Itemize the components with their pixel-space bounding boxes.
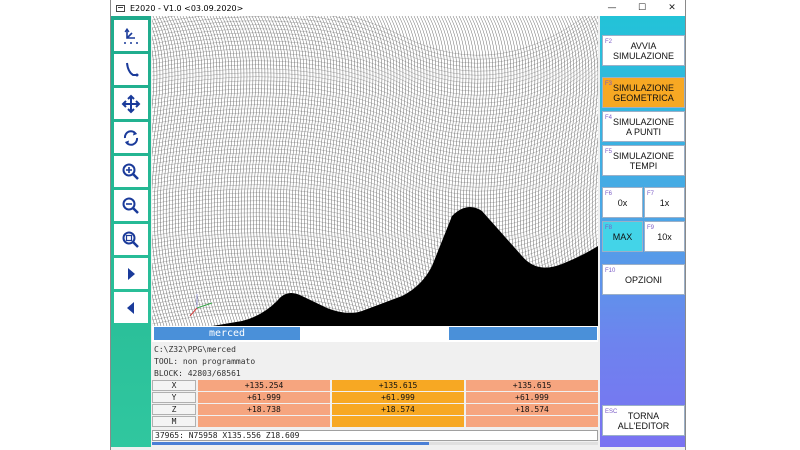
toolpath-render [152, 16, 598, 342]
speed-max-button[interactable]: F8 MAX [602, 221, 643, 252]
fkey-label: F8 [605, 225, 613, 231]
progress-bar [152, 442, 598, 445]
speed-0x-button[interactable]: F6 0x [602, 187, 643, 218]
simulation-viewport[interactable]: merced [152, 16, 598, 342]
zoom-fit-tool[interactable] [114, 224, 148, 255]
move-arrows-icon [121, 94, 141, 113]
coord-value: +61.999 [198, 392, 330, 403]
right-panel: F2 AVVIA SIMULAZIONE F3 SIMULAZIONE GEOM… [600, 16, 685, 447]
progress-fill [152, 442, 429, 445]
button-label: SIMULAZIONE A PUNTI [612, 116, 674, 137]
coord-row-z: Z +18.738 +18.574 +18.574 [152, 404, 598, 415]
rotate-tool[interactable] [114, 122, 148, 153]
coord-value [198, 416, 330, 427]
coord-row-m: M [152, 416, 598, 427]
fkey-label: F7 [647, 191, 655, 197]
zoom-in-tool[interactable] [114, 156, 148, 187]
speed-10x-button[interactable]: F9 10x [644, 221, 685, 252]
zoom-out-tool[interactable] [114, 190, 148, 221]
coord-value: +18.574 [332, 404, 464, 415]
speed-1x-button[interactable]: F7 1x [644, 187, 685, 218]
fkey-label: F5 [605, 149, 613, 155]
coord-value [466, 416, 598, 427]
current-block-line: 37965: N75958 X135.556 Z18.609 [152, 430, 598, 441]
coord-value: +61.999 [466, 392, 598, 403]
axes-icon [124, 27, 138, 44]
program-info: C:\Z32\PPG\merced TOOL: non programmato … [154, 344, 255, 380]
window-title: E2020 - V1.0 <03.09.2020> [130, 3, 244, 13]
simulazione-geometrica-button[interactable]: F3 SIMULAZIONE GEOMETRICA [602, 77, 685, 108]
coord-value: +18.574 [466, 404, 598, 415]
coord-value: +61.999 [332, 392, 464, 403]
zoom-out-icon [122, 197, 139, 214]
window-controls: — ☐ ✕ [597, 0, 685, 16]
fkey-label: F10 [605, 268, 616, 274]
coord-value: +135.615 [466, 380, 598, 391]
fkey-label: F4 [605, 115, 613, 121]
fkey-label: ESC [605, 409, 618, 415]
program-name-label: merced [154, 327, 300, 340]
button-label: TORNA ALL'EDITOR [617, 410, 670, 431]
app-icon [116, 4, 125, 12]
button-label: 10x [657, 231, 672, 242]
pan-tool[interactable] [114, 88, 148, 119]
button-label: MAX [612, 231, 633, 242]
minimize-button[interactable]: — [597, 0, 627, 16]
fkey-label: F6 [605, 191, 613, 197]
fkey-label: F2 [605, 39, 613, 45]
block-counter: BLOCK: 42803/68561 [154, 369, 241, 378]
button-label: AVVIA SIMULAZIONE [612, 40, 674, 61]
status-color-bar [449, 327, 597, 340]
coord-row-x: X +135.254 +135.615 +135.615 [152, 380, 598, 391]
torna-all-editor-button[interactable]: ESC TORNA ALL'EDITOR [602, 405, 685, 436]
previous-tool[interactable] [114, 292, 148, 323]
button-label: 0x [617, 197, 628, 208]
app-window: E2020 - V1.0 <03.09.2020> — ☐ ✕ merced C… [110, 0, 686, 450]
play-left-icon [127, 301, 134, 314]
coord-row-y: Y +61.999 +61.999 +61.999 [152, 392, 598, 403]
fkey-label: F3 [605, 81, 613, 87]
maximize-button[interactable]: ☐ [627, 0, 657, 16]
opzioni-button[interactable]: F10 OPZIONI [602, 264, 685, 295]
simulazione-a-punti-button[interactable]: F4 SIMULAZIONE A PUNTI [602, 111, 685, 142]
left-toolbar [111, 16, 151, 447]
axis-label: Z [152, 404, 196, 415]
view-axes-tool[interactable] [114, 20, 148, 51]
tool-info: TOOL: non programmato [154, 357, 256, 366]
coord-value: +18.738 [198, 404, 330, 415]
program-path: C:\Z32\PPG\merced [154, 345, 236, 354]
coord-value [332, 416, 464, 427]
axis-label: X [152, 380, 196, 391]
title-bar: E2020 - V1.0 <03.09.2020> — ☐ ✕ [111, 0, 685, 16]
close-button[interactable]: ✕ [657, 0, 685, 16]
avvia-simulazione-button[interactable]: F2 AVVIA SIMULAZIONE [602, 35, 685, 66]
button-label: OPZIONI [624, 274, 662, 285]
button-label: 1x [659, 197, 670, 208]
rotate-icon [123, 129, 139, 146]
coord-value: +135.254 [198, 380, 330, 391]
tool-path-icon [126, 62, 139, 76]
button-label: SIMULAZIONE GEOMETRICA [612, 82, 674, 103]
play-right-icon [128, 267, 135, 280]
zoom-in-icon [122, 163, 139, 180]
next-tool[interactable] [114, 258, 148, 289]
axis-label: Y [152, 392, 196, 403]
button-label: SIMULAZIONE TEMPI [612, 150, 674, 171]
axis-label: M [152, 416, 196, 427]
zoom-fit-icon [122, 231, 139, 248]
tool-path-tool[interactable] [114, 54, 148, 85]
coord-value: +135.615 [332, 380, 464, 391]
fkey-label: F9 [647, 225, 655, 231]
simulazione-tempi-button[interactable]: F5 SIMULAZIONE TEMPI [602, 145, 685, 176]
